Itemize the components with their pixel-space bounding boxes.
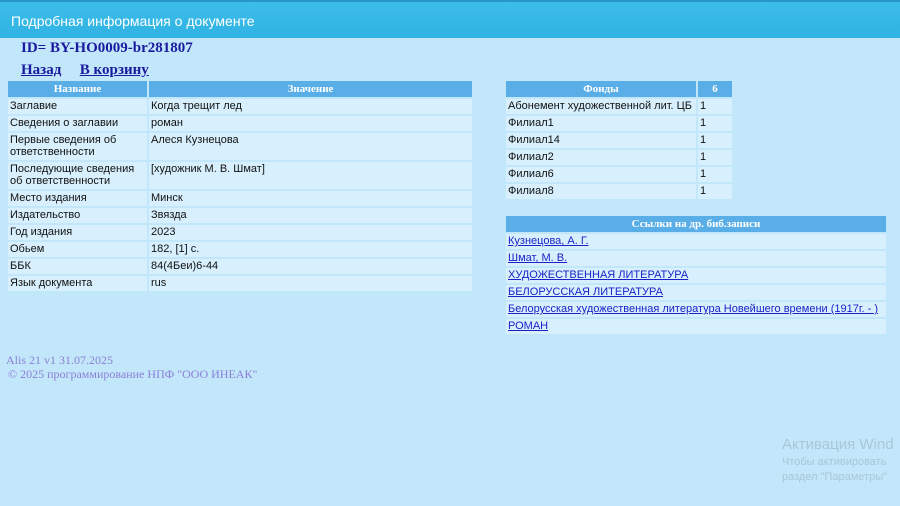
field-name: Место издания <box>8 191 147 206</box>
fund-name: Филиал6 <box>506 167 696 182</box>
version-text: Alis 21 v1 31.07.2025 <box>6 353 114 367</box>
field-value: 2023 <box>149 225 472 240</box>
fund-name: Филиал1 <box>506 116 696 131</box>
fund-count: 1 <box>698 167 732 182</box>
funds-table: Фонды 6 Абонемент художественной лит. ЦБ… <box>504 79 734 201</box>
fund-name: Филиал2 <box>506 150 696 165</box>
back-link[interactable]: Назад <box>21 62 61 78</box>
field-name: Первые сведения об ответственности <box>8 133 147 160</box>
table-row: Филиал6 1 <box>506 167 732 182</box>
details-table: Название Значение Заглавие Когда трещит л… <box>6 79 474 293</box>
table-row: Место издания Минск <box>8 191 472 206</box>
fund-count: 1 <box>698 184 732 199</box>
table-row: Язык документа rus <box>8 276 472 291</box>
list-item: ХУДОЖЕСТВЕННАЯ ЛИТЕРАТУРА <box>506 268 886 283</box>
watermark-title: Активация Wind <box>782 436 894 453</box>
table-row: Последующие сведения об ответственности[… <box>8 162 472 189</box>
field-name: ББК <box>8 259 147 274</box>
field-name: Последующие сведения об ответственности <box>8 162 147 189</box>
field-value: роман <box>149 116 472 131</box>
table-row: ББК 84(4Беи)6-44 <box>8 259 472 274</box>
document-id: ID= BY-HO0009-br281807 <box>21 40 193 56</box>
list-item: Белорусская художественная литература Но… <box>506 302 886 317</box>
windows-activation-watermark: Активация Wind Чтобы активировать раздел… <box>782 436 894 483</box>
fund-count: 1 <box>698 99 732 114</box>
related-record-link[interactable]: Белорусская художественная литература Но… <box>508 303 878 315</box>
window-title-bar: Подробная информация о документе <box>0 0 900 38</box>
field-name: Год издания <box>8 225 147 240</box>
watermark-line: Чтобы активировать <box>782 456 887 468</box>
field-name: Издательство <box>8 208 147 223</box>
related-record-link[interactable]: БЕЛОРУССКАЯ ЛИТЕРАТУРА <box>508 286 663 298</box>
funds-header-row: Фонды 6 <box>506 81 732 97</box>
table-row: Филиал8 1 <box>506 184 732 199</box>
list-item: РОМАН <box>506 319 886 334</box>
related-record-link[interactable]: РОМАН <box>508 320 548 332</box>
field-value: Когда трещит лед <box>149 99 472 114</box>
fund-name: Филиал14 <box>506 133 696 148</box>
field-name: Сведения о заглавии <box>8 116 147 131</box>
table-row: Абонемент художественной лит. ЦБ 1 <box>506 99 732 114</box>
fund-count: 1 <box>698 150 732 165</box>
field-value: [художник М. В. Шмат] <box>149 162 472 189</box>
table-row: Филиал1 1 <box>506 116 732 131</box>
related-header-row: Ссылки на др. биб.записи <box>506 216 886 232</box>
column-header-name: Название <box>8 81 147 97</box>
related-records-table: Ссылки на др. биб.записи Кузнецова, А. Г… <box>504 214 888 336</box>
field-value: rus <box>149 276 472 291</box>
funds-header: Фонды <box>506 81 696 97</box>
fund-name: Филиал8 <box>506 184 696 199</box>
copyright-text: © 2025 программирование НПФ "ООО ИНЕАК" <box>8 367 258 381</box>
table-row: Сведения о заглавии роман <box>8 116 472 131</box>
related-record-link[interactable]: Шмат, М. В. <box>508 252 567 264</box>
fund-name: Абонемент художественной лит. ЦБ <box>506 99 696 114</box>
nav-links: Назад В корзину <box>21 61 163 79</box>
table-row: Год издания 2023 <box>8 225 472 240</box>
table-row: Филиал2 1 <box>506 150 732 165</box>
field-value: 182, [1] с. <box>149 242 472 257</box>
funds-total-header: 6 <box>698 81 732 97</box>
watermark-line: раздел "Параметры" <box>782 471 888 483</box>
related-record-link[interactable]: Кузнецова, А. Г. <box>508 235 589 247</box>
list-item: Шмат, М. В. <box>506 251 886 266</box>
field-value: Минск <box>149 191 472 206</box>
field-name: Обьем <box>8 242 147 257</box>
column-header-value: Значение <box>149 81 472 97</box>
window-title: Подробная информация о документе <box>11 13 255 29</box>
list-item: БЕЛОРУССКАЯ ЛИТЕРАТУРА <box>506 285 886 300</box>
add-to-cart-link[interactable]: В корзину <box>80 62 149 78</box>
fund-count: 1 <box>698 116 732 131</box>
fund-count: 1 <box>698 133 732 148</box>
table-row: Обьем 182, [1] с. <box>8 242 472 257</box>
related-record-link[interactable]: ХУДОЖЕСТВЕННАЯ ЛИТЕРАТУРА <box>508 269 688 281</box>
field-value: Алеся Кузнецова <box>149 133 472 160</box>
field-value: 84(4Беи)6-44 <box>149 259 472 274</box>
list-item: Кузнецова, А. Г. <box>506 234 886 249</box>
field-value: Звязда <box>149 208 472 223</box>
table-row: Заглавие Когда трещит лед <box>8 99 472 114</box>
table-row: Издательство Звязда <box>8 208 472 223</box>
field-name: Заглавие <box>8 99 147 114</box>
table-row: Первые сведения об ответственности Алеся … <box>8 133 472 160</box>
field-name: Язык документа <box>8 276 147 291</box>
related-records-header: Ссылки на др. биб.записи <box>506 216 886 232</box>
details-header-row: Название Значение <box>8 81 472 97</box>
footer: Alis 21 v1 31.07.2025 © 2025 программиро… <box>6 353 257 381</box>
table-row: Филиал14 1 <box>506 133 732 148</box>
